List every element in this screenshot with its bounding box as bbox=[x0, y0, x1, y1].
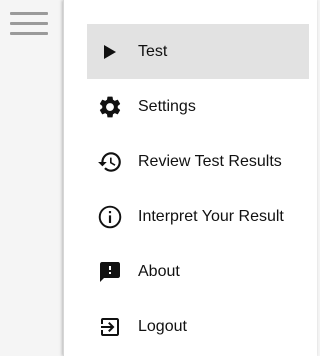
menu-item-label: Test bbox=[138, 42, 168, 60]
history-icon bbox=[96, 148, 124, 176]
play-icon bbox=[96, 38, 124, 66]
menu-item-settings[interactable]: Settings bbox=[87, 79, 309, 134]
menu-item-test[interactable]: Test bbox=[87, 24, 309, 79]
menu-item-logout[interactable]: Logout bbox=[87, 299, 309, 354]
menu-item-review-test-results[interactable]: Review Test Results bbox=[87, 134, 309, 189]
drawer-menu: Test Settings Review Test Results Interp… bbox=[64, 24, 317, 354]
menu-item-label: Review Test Results bbox=[138, 152, 282, 170]
menu-item-label: About bbox=[138, 262, 180, 280]
menu-item-about[interactable]: About bbox=[87, 244, 309, 299]
hamburger-line bbox=[10, 12, 48, 15]
hamburger-menu-icon[interactable] bbox=[10, 12, 48, 36]
app-screen: Test Settings Review Test Results Interp… bbox=[0, 0, 317, 356]
gear-icon bbox=[96, 93, 124, 121]
logout-icon bbox=[96, 313, 124, 341]
menu-item-label: Interpret Your Result bbox=[138, 207, 284, 225]
menu-item-label: Logout bbox=[138, 317, 187, 335]
menu-item-label: Settings bbox=[138, 97, 196, 115]
info-icon bbox=[96, 203, 124, 231]
navigation-drawer: Test Settings Review Test Results Interp… bbox=[63, 0, 317, 356]
feedback-icon bbox=[96, 258, 124, 286]
hamburger-line bbox=[10, 32, 48, 35]
hamburger-line bbox=[10, 22, 48, 25]
menu-item-interpret-your-result[interactable]: Interpret Your Result bbox=[87, 189, 309, 244]
